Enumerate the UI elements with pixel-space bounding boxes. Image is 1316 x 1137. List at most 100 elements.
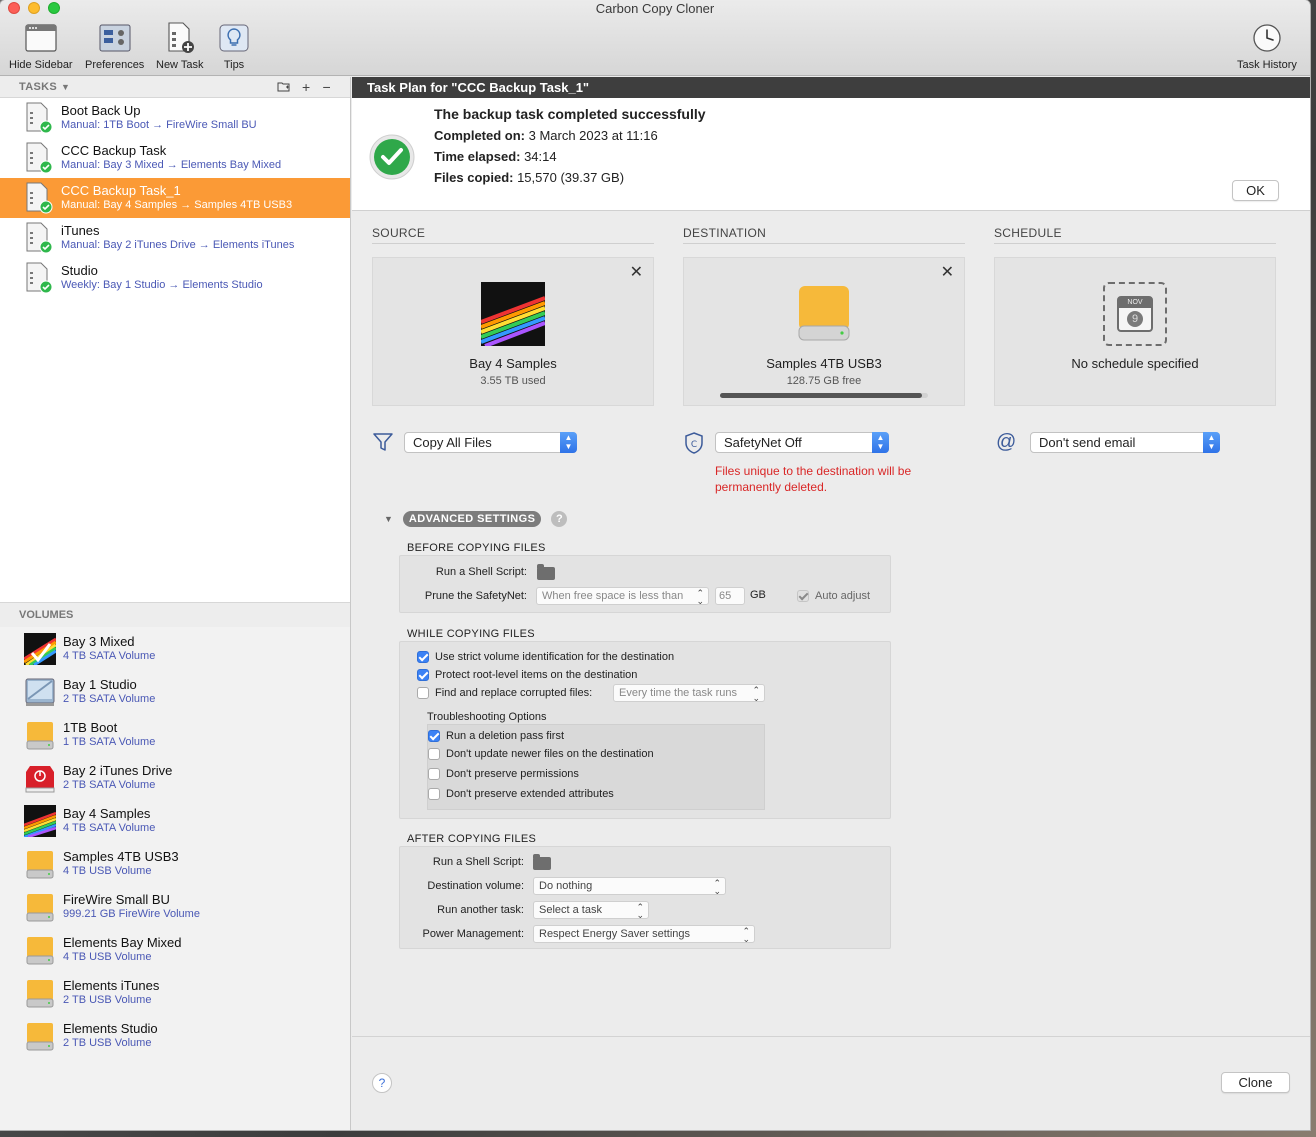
no-update-newer-checkbox[interactable]: Don't update newer files on the destinat… bbox=[428, 748, 654, 760]
sidebar-window-icon bbox=[25, 22, 57, 54]
safetynet-warning: Files unique to the destination will be … bbox=[715, 463, 911, 495]
calendar-page: NOV 9 bbox=[1117, 296, 1153, 332]
strict-volume-id-check[interactable] bbox=[417, 651, 429, 663]
no-ext-attrs-check[interactable] bbox=[428, 788, 440, 800]
ok-button[interactable]: OK bbox=[1232, 180, 1279, 201]
prune-size-input[interactable]: 65 bbox=[715, 587, 745, 605]
task-item-boot-back-up[interactable]: Boot Back Up Manual: 1TB Boot → FireWire… bbox=[0, 98, 350, 138]
source-name: Bay 4 Samples bbox=[469, 356, 557, 371]
volume-description: 2 TB SATA Volume bbox=[63, 779, 156, 791]
find-replace-checkbox[interactable]: Find and replace corrupted files: bbox=[417, 687, 592, 699]
safetynet-icon[interactable]: C bbox=[683, 431, 705, 458]
deletion-pass-check[interactable] bbox=[428, 730, 440, 742]
rainbow-volume-icon bbox=[23, 632, 57, 666]
volume-item-firewire-small-bu[interactable]: FireWire Small BU 999.21 GB FireWire Vol… bbox=[0, 885, 350, 928]
task-item-studio[interactable]: Studio Weekly: Bay 1 Studio → Elements S… bbox=[0, 258, 350, 298]
completed-on-value: 3 March 2023 at 11:16 bbox=[525, 128, 658, 143]
prune-safetynet-label: Prune the SafetyNet: bbox=[424, 590, 527, 602]
copy-filter-value: Copy All Files bbox=[413, 435, 492, 450]
prune-condition-select[interactable]: When free space is less than ⌃ ⌄ bbox=[536, 587, 709, 606]
no-update-newer-check[interactable] bbox=[428, 748, 440, 760]
volume-item-samples-4tb-usb3[interactable]: Samples 4TB USB3 4 TB USB Volume bbox=[0, 842, 350, 885]
source-card[interactable]: ✕ Bay 4 Samples 3.55 TB used bbox=[372, 257, 654, 406]
no-permissions-checkbox[interactable]: Don't preserve permissions bbox=[428, 768, 579, 780]
help-button[interactable]: ? bbox=[372, 1073, 392, 1093]
advanced-settings-toggle[interactable]: ADVANCED SETTINGS bbox=[402, 511, 542, 527]
volume-item-bay-3-mixed[interactable]: Bay 3 Mixed 4 TB SATA Volume bbox=[0, 627, 350, 670]
schedule-header: SCHEDULE bbox=[994, 226, 1276, 244]
hide-sidebar-button[interactable]: Hide Sidebar bbox=[9, 22, 73, 71]
before-shell-folder-icon[interactable] bbox=[537, 564, 555, 580]
find-replace-check[interactable] bbox=[417, 687, 429, 699]
status-details: The backup task completed successfully C… bbox=[434, 104, 706, 188]
advanced-help-icon[interactable]: ? bbox=[551, 511, 568, 527]
task-description: Manual: Bay 2 iTunes Drive → Elements iT… bbox=[61, 239, 295, 251]
deletion-pass-checkbox[interactable]: Run a deletion pass first bbox=[428, 730, 564, 742]
no-ext-attrs-checkbox[interactable]: Don't preserve extended attributes bbox=[428, 788, 614, 800]
task-item-ccc-backup-task-1[interactable]: CCC Backup Task_1 Manual: Bay 4 Samples … bbox=[0, 178, 350, 218]
task-item-ccc-backup-task[interactable]: CCC Backup Task Manual: Bay 3 Mixed → El… bbox=[0, 138, 350, 178]
volume-list: Bay 3 Mixed 4 TB SATA Volume Bay 1 Studi… bbox=[0, 627, 350, 1130]
clone-button[interactable]: Clone bbox=[1221, 1072, 1290, 1093]
calendar-day: 9 bbox=[1127, 311, 1143, 327]
destination-card[interactable]: ✕ Samples 4TB USB3 128.75 GB free bbox=[683, 257, 965, 406]
no-permissions-check[interactable] bbox=[428, 768, 440, 780]
strict-volume-id-checkbox[interactable]: Use strict volume identification for the… bbox=[417, 651, 674, 663]
add-task-icon[interactable]: + bbox=[302, 79, 310, 95]
remove-task-icon[interactable]: − bbox=[323, 79, 331, 95]
preferences-button[interactable]: Preferences bbox=[85, 22, 144, 71]
files-copied-row: Files copied: 15,570 (39.37 GB) bbox=[434, 167, 706, 188]
volume-item-1tb-boot[interactable]: 1TB Boot 1 TB SATA Volume bbox=[0, 713, 350, 756]
email-at-icon[interactable]: @ bbox=[996, 431, 1016, 454]
task-history-button[interactable]: Task History bbox=[1237, 22, 1297, 71]
after-copying-title: AFTER COPYING FILES bbox=[407, 833, 537, 845]
troubleshooting-title: Troubleshooting Options bbox=[427, 711, 547, 723]
volume-description: 999.21 GB FireWire Volume bbox=[63, 908, 200, 920]
while-copying-title: WHILE COPYING FILES bbox=[407, 628, 535, 640]
volume-item-elements-bay-mixed[interactable]: Elements Bay Mixed 4 TB USB Volume bbox=[0, 928, 350, 971]
new-task-button[interactable]: New Task bbox=[156, 22, 203, 71]
auto-adjust-check[interactable] bbox=[797, 590, 809, 602]
folder-add-icon[interactable] bbox=[277, 79, 290, 95]
tips-button[interactable]: Tips bbox=[219, 22, 249, 71]
run-another-task-select[interactable]: Select a task ⌃ ⌄ bbox=[533, 901, 649, 920]
task-description: Weekly: Bay 1 Studio → Elements Studio bbox=[61, 279, 263, 291]
copy-filter-popup[interactable]: Copy All Files ▲ ▼ bbox=[404, 432, 577, 453]
disclosure-triangle-icon[interactable]: ▼ bbox=[384, 514, 393, 524]
hide-sidebar-label: Hide Sidebar bbox=[9, 59, 73, 71]
volume-item-bay-1-studio[interactable]: Bay 1 Studio 2 TB SATA Volume bbox=[0, 670, 350, 713]
task-plan-title: Task Plan for "CCC Backup Task_1" bbox=[352, 77, 1310, 98]
clear-destination-icon[interactable]: ✕ bbox=[941, 262, 954, 282]
troubleshooting-options: Run a deletion pass first Don't update n… bbox=[427, 724, 765, 810]
drive-icon bbox=[24, 719, 56, 751]
task-description: Manual: Bay 3 Mixed → Elements Bay Mixed bbox=[61, 159, 282, 171]
volume-item-bay-4-samples[interactable]: Bay 4 Samples 4 TB SATA Volume bbox=[0, 799, 350, 842]
safetynet-popup[interactable]: SafetyNet Off ▲ ▼ bbox=[715, 432, 889, 453]
schedule-card[interactable]: NOV 9 No schedule specified bbox=[994, 257, 1276, 406]
find-replace-frequency-select[interactable]: Every time the task runs ⌃ ⌄ bbox=[613, 684, 765, 703]
svg-text:C: C bbox=[691, 440, 697, 450]
volume-item-bay-2-itunes-drive[interactable]: Bay 2 iTunes Drive 2 TB SATA Volume bbox=[0, 756, 350, 799]
no-update-newer-label: Don't update newer files on the destinat… bbox=[446, 748, 654, 760]
clear-source-icon[interactable]: ✕ bbox=[630, 262, 643, 282]
protect-root-check[interactable] bbox=[417, 669, 429, 681]
new-task-label: New Task bbox=[156, 59, 204, 71]
task-item-itunes[interactable]: iTunes Manual: Bay 2 iTunes Drive → Elem… bbox=[0, 218, 350, 258]
power-management-select[interactable]: Respect Energy Saver settings ⌃ ⌄ bbox=[533, 925, 755, 944]
status-panel: The backup task completed successfully C… bbox=[352, 98, 1310, 211]
volume-name: FireWire Small BU bbox=[63, 892, 170, 907]
email-popup[interactable]: Don't send email ▲ ▼ bbox=[1030, 432, 1220, 453]
filter-icon[interactable] bbox=[372, 431, 394, 456]
protect-root-checkbox[interactable]: Protect root-level items on the destinat… bbox=[417, 669, 637, 681]
source-header: SOURCE bbox=[372, 226, 654, 244]
volume-description: 4 TB SATA Volume bbox=[63, 822, 156, 834]
auto-adjust-checkbox[interactable]: Auto adjust bbox=[797, 590, 870, 602]
destination-volume-select[interactable]: Do nothing ⌃ ⌄ bbox=[533, 877, 726, 896]
chevron-down-icon[interactable]: ▼ bbox=[61, 82, 70, 92]
volume-item-elements-studio[interactable]: Elements Studio 2 TB USB Volume bbox=[0, 1014, 350, 1057]
volume-item-elements-itunes[interactable]: Elements iTunes 2 TB USB Volume bbox=[0, 971, 350, 1014]
email-value: Don't send email bbox=[1039, 435, 1136, 450]
task-name: Boot Back Up bbox=[61, 103, 141, 118]
preferences-icon bbox=[99, 22, 131, 54]
after-shell-folder-icon[interactable] bbox=[533, 854, 551, 870]
